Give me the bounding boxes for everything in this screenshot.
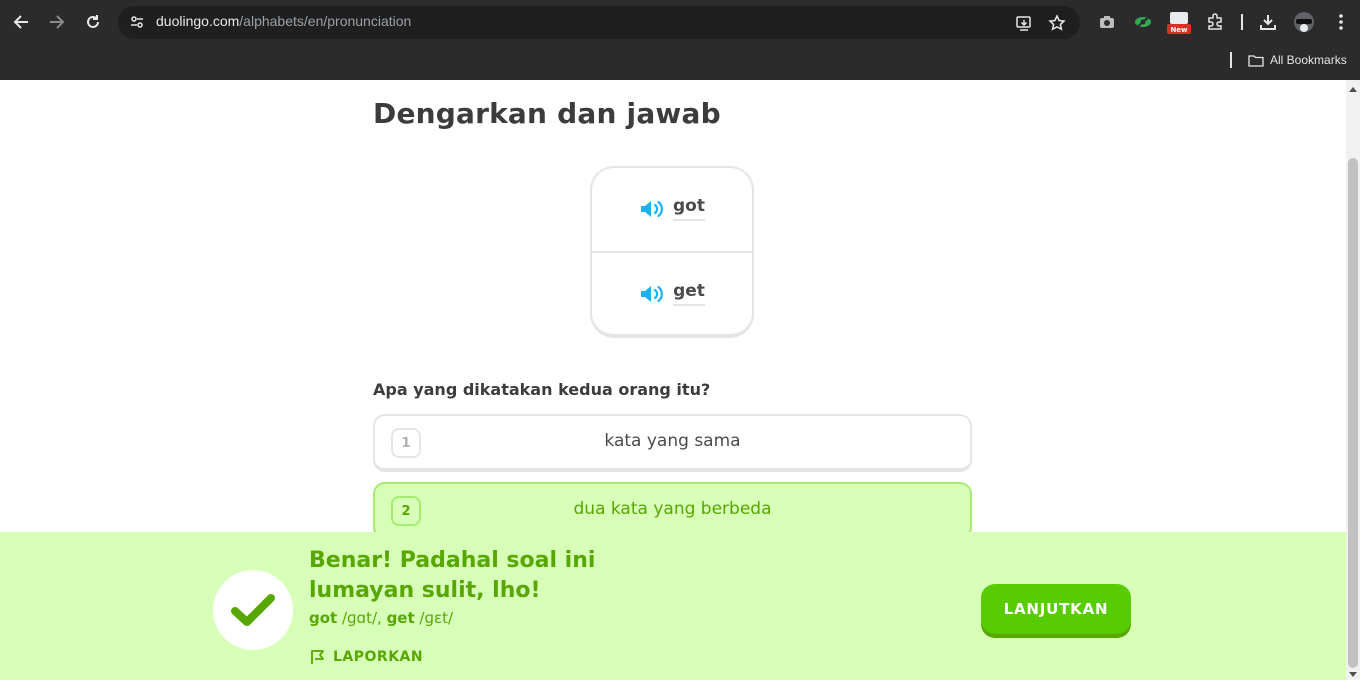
bookmarks-bar — [0, 44, 1360, 80]
bookmarks-separator — [1230, 52, 1232, 68]
puzzle-extensions-icon[interactable] — [1203, 10, 1227, 34]
new-badge-text: New — [1170, 26, 1188, 34]
word-row-1[interactable]: got — [592, 189, 752, 229]
new-extension-icon[interactable]: New — [1167, 10, 1191, 34]
profile-avatar-icon[interactable] — [1292, 10, 1316, 34]
report-label: LAPORKAN — [333, 649, 424, 665]
scroll-up-arrow-icon[interactable] — [1349, 87, 1357, 92]
page-content: Dengarkan dan jawab got get Apa yang dik… — [0, 80, 1346, 680]
reload-icon[interactable] — [81, 10, 105, 34]
forward-arrow-icon[interactable] — [45, 10, 69, 34]
report-button[interactable]: LAPORKAN — [309, 648, 423, 666]
all-bookmarks-label: All Bookmarks — [1270, 53, 1347, 67]
word-pair-card: got get — [590, 166, 754, 338]
url-text: duolingo.com/alphabets/en/pronunciation — [156, 13, 411, 29]
feedback-ipa-2: /ɡɛt/ — [414, 609, 454, 627]
toolbar-separator — [1241, 14, 1243, 30]
scroll-down-arrow-icon[interactable] — [1349, 672, 1357, 677]
url-path: /alphabets/en/pronunciation — [239, 13, 412, 29]
back-arrow-icon[interactable] — [9, 10, 33, 34]
install-app-icon[interactable] — [1013, 12, 1035, 34]
more-menu-icon[interactable] — [1329, 10, 1353, 34]
feedback-banner: Benar! Padahal soal ini lumayan sulit, l… — [0, 532, 1346, 680]
speaker-icon[interactable] — [639, 198, 665, 220]
url-host: duolingo.com — [156, 13, 240, 29]
scrollbar-thumb[interactable] — [1348, 158, 1358, 668]
word-row-2[interactable]: get — [592, 274, 752, 314]
card-divider — [592, 251, 752, 253]
bookmark-star-icon[interactable] — [1046, 12, 1068, 34]
feedback-title: Benar! Padahal soal ini lumayan sulit, l… — [309, 548, 596, 603]
address-bar[interactable]: duolingo.com/alphabets/en/pronunciation — [118, 6, 1080, 39]
flag-icon — [311, 650, 324, 664]
browser-chrome: duolingo.com/alphabets/en/pronunciation … — [0, 0, 1360, 80]
eye-extension-icon[interactable] — [1131, 10, 1155, 34]
feedback-pronunciation: got /ɡɑt/, get /ɡɛt/ — [309, 609, 453, 627]
feedback-ipa-1: /ɡɑt/, — [337, 609, 387, 627]
site-settings-icon[interactable] — [126, 11, 148, 33]
word-label: got — [673, 197, 705, 221]
download-icon[interactable] — [1256, 10, 1280, 34]
browser-toolbar: duolingo.com/alphabets/en/pronunciation … — [0, 0, 1360, 44]
page-title: Dengarkan dan jawab — [373, 97, 721, 130]
option-text: kata yang sama — [604, 431, 741, 451]
continue-button[interactable]: LANJUTKAN — [981, 584, 1131, 634]
question-text: Apa yang dikatakan kedua orang itu? — [373, 380, 711, 399]
option-text: dua kata yang berbeda — [573, 499, 772, 519]
feedback-word-2: get — [386, 609, 415, 627]
folder-icon — [1248, 54, 1264, 67]
word-label: get — [673, 282, 705, 306]
page-scrollbar[interactable] — [1346, 80, 1360, 680]
success-check-icon — [213, 570, 293, 650]
all-bookmarks-button[interactable]: All Bookmarks — [1248, 51, 1347, 69]
answer-option-1[interactable]: 1 kata yang sama — [373, 414, 972, 472]
speaker-icon[interactable] — [639, 283, 665, 305]
camera-extension-icon[interactable] — [1095, 10, 1119, 34]
feedback-word-1: got — [309, 609, 338, 627]
